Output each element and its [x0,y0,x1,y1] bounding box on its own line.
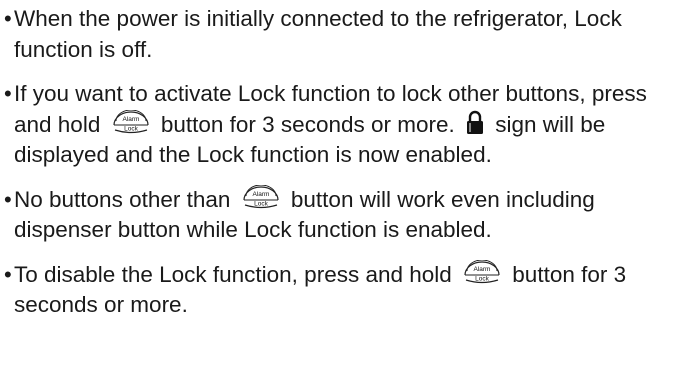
alarm-lock-button-icon: Alarm Lock [111,109,151,136]
instruction-text: To disable the Lock function, press and … [14,261,459,287]
lock-label: Lock [475,275,489,282]
padlock-icon [465,110,485,136]
instruction-item: • If you want to activate Lock function t… [0,79,685,171]
instruction-text: When the power is initially connected to… [14,6,622,62]
alarm-lock-button-icon: Alarm Lock [241,184,281,211]
instruction-item: • No buttons other than Alarm Lock button… [0,184,685,246]
instruction-item: • When the power is initially connected t… [0,4,685,65]
alarm-label: Alarm [252,191,269,198]
lock-label: Lock [124,125,138,132]
lock-label: Lock [254,200,268,207]
bullet-dot: • [4,186,12,212]
alarm-label: Alarm [122,116,139,123]
alarm-label: Alarm [474,266,491,273]
bullet-dot: • [4,6,12,31]
bullet-dot: • [4,81,12,106]
instruction-item: • To disable the Lock function, press and… [0,259,685,321]
instruction-list: • When the power is initially connected t… [0,4,685,321]
alarm-lock-button-icon: Alarm Lock [462,259,502,286]
bullet-dot: • [4,261,12,287]
instruction-text: No buttons other than [14,186,237,212]
instruction-text: button for 3 seconds or more. [154,111,462,137]
